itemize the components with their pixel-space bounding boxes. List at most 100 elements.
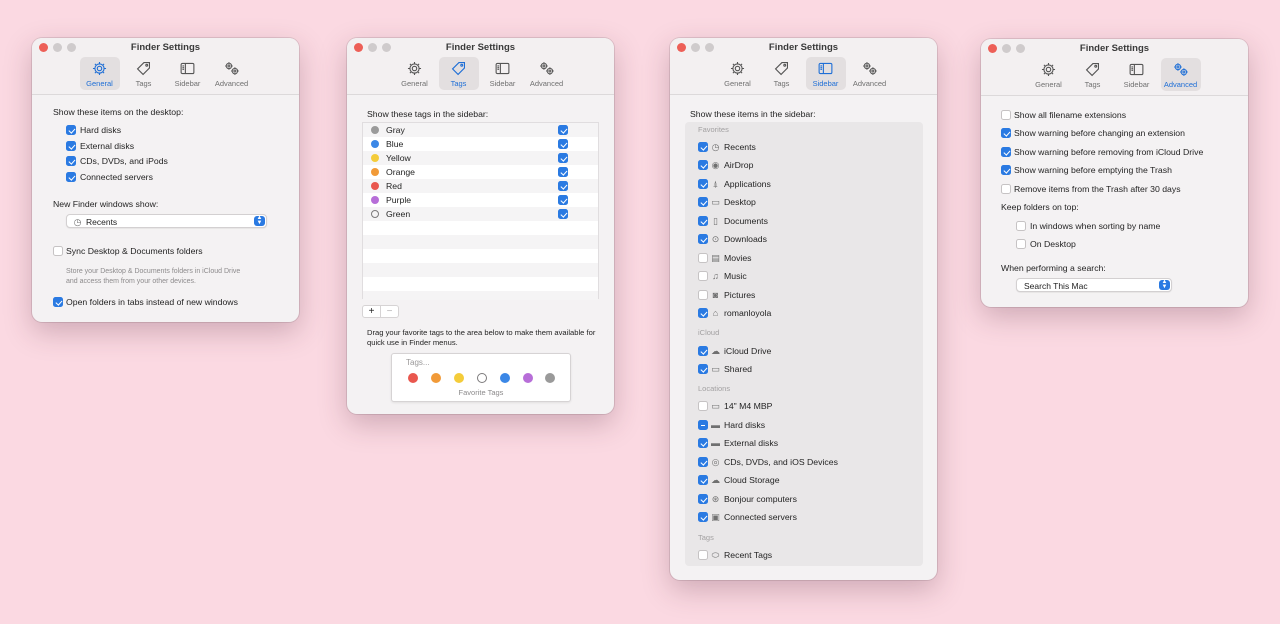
cloud-storage-checkbox[interactable]: [698, 475, 708, 485]
favorite-tags-box[interactable]: Tags... Favorite Tags: [391, 353, 571, 402]
tag-checkbox[interactable]: [558, 195, 568, 205]
home-folder-checkbox[interactable]: [698, 308, 708, 318]
tab-sidebar[interactable]: Sidebar: [483, 57, 523, 90]
open-in-tabs-checkbox[interactable]: [53, 297, 63, 307]
computer-checkbox[interactable]: [698, 401, 708, 411]
hard-disks-checkbox[interactable]: [698, 420, 708, 430]
list-item[interactable]: Purple: [363, 193, 598, 207]
recent-tags-checkbox[interactable]: [698, 550, 708, 560]
tab-general[interactable]: General: [79, 57, 120, 90]
tag-checkbox[interactable]: [558, 209, 568, 219]
red-favorite-dot[interactable]: [408, 373, 418, 383]
icloud-drive-checkbox[interactable]: [698, 346, 708, 356]
hard-disks-checkbox[interactable]: [66, 125, 76, 135]
list-item[interactable]: Red: [363, 179, 598, 193]
gear-icon: [1041, 62, 1056, 77]
computer-label: 14" M4 MBP: [724, 401, 773, 411]
tab-sidebar[interactable]: Sidebar: [1117, 58, 1157, 91]
tab-sidebar[interactable]: Sidebar: [168, 57, 208, 90]
sync-desktop-label: Sync Desktop & Documents folders: [66, 246, 203, 256]
list-item[interactable]: Gray: [363, 123, 598, 137]
tag-checkbox[interactable]: [558, 125, 568, 135]
external-disks-checkbox[interactable]: [66, 141, 76, 151]
tab-advanced[interactable]: Advanced: [1160, 58, 1201, 91]
remove-tag-button[interactable]: −: [381, 306, 398, 317]
tags-pane: Show these tags in the sidebar: Gray Blu…: [347, 95, 614, 414]
list-item[interactable]: Green: [363, 207, 598, 221]
tab-tags-label: Tags: [1084, 80, 1101, 89]
gear-icon: [407, 61, 422, 76]
tab-tags[interactable]: Tags: [1073, 58, 1113, 91]
blue-favorite-dot[interactable]: [500, 373, 510, 383]
new-window-popup[interactable]: ◷ Recents ▲ ▼: [66, 214, 267, 228]
finder-settings-sidebar-window: Finder Settings General Tags Sidebar Adv…: [670, 38, 937, 580]
tab-advanced[interactable]: Advanced: [527, 57, 567, 90]
warn-empty-trash-checkbox[interactable]: [1001, 165, 1011, 175]
bonjour-icon: ⊛: [711, 494, 720, 504]
add-tag-button[interactable]: +: [363, 306, 381, 317]
tab-advanced[interactable]: Advanced: [212, 57, 252, 90]
cds-dvds-ios-checkbox[interactable]: [698, 457, 708, 467]
tab-sidebar[interactable]: Sidebar: [805, 57, 846, 90]
tag-checkbox[interactable]: [558, 139, 568, 149]
gears-icon: [863, 62, 877, 75]
sync-desktop-checkbox[interactable]: [53, 246, 63, 256]
tag-label: Red: [386, 181, 402, 191]
cds-dvds-ipods-checkbox[interactable]: [66, 156, 76, 166]
open-in-tabs-label: Open folders in tabs instead of new wind…: [66, 297, 238, 307]
documents-checkbox[interactable]: [698, 216, 708, 226]
connected-servers-checkbox[interactable]: [698, 512, 708, 522]
tab-general[interactable]: General: [718, 57, 758, 90]
warn-extension-change-checkbox[interactable]: [1001, 128, 1011, 138]
warn-icloud-removal-checkbox[interactable]: [1001, 147, 1011, 157]
external-disks-checkbox[interactable]: [698, 438, 708, 448]
recents-checkbox[interactable]: [698, 142, 708, 152]
home-icon: ⌂: [712, 308, 719, 318]
applications-checkbox[interactable]: [698, 179, 708, 189]
cloud-icon: ☁: [711, 346, 720, 356]
sort-by-name-checkbox[interactable]: [1016, 221, 1026, 231]
movies-checkbox[interactable]: [698, 253, 708, 263]
tag-checkbox[interactable]: [558, 181, 568, 191]
sidebar-icon: [818, 62, 833, 75]
list-item[interactable]: Yellow: [363, 151, 598, 165]
list-item[interactable]: Orange: [363, 165, 598, 179]
list-item[interactable]: Blue: [363, 137, 598, 151]
desktop-checkbox[interactable]: [698, 197, 708, 207]
downloads-checkbox[interactable]: [698, 234, 708, 244]
on-desktop-checkbox[interactable]: [1016, 239, 1026, 249]
show-extensions-checkbox[interactable]: [1001, 110, 1011, 120]
laptop-icon: ▭: [711, 401, 720, 411]
server-icon: ▣: [711, 512, 720, 522]
gear-icon: [92, 61, 107, 76]
music-checkbox[interactable]: [698, 271, 708, 281]
tag-checkbox[interactable]: [558, 153, 568, 163]
remove-trash-30-days-checkbox[interactable]: [1001, 184, 1011, 194]
shared-checkbox[interactable]: [698, 364, 708, 374]
tab-tags[interactable]: Tags: [124, 57, 164, 90]
pictures-label: Pictures: [724, 290, 756, 300]
airdrop-label: AirDrop: [724, 160, 754, 170]
purple-favorite-dot[interactable]: [523, 373, 533, 383]
tab-tags[interactable]: Tags: [762, 57, 802, 90]
gray-favorite-dot[interactable]: [545, 373, 555, 383]
orange-favorite-dot[interactable]: [431, 373, 441, 383]
chevron-updown-icon: ▲ ▼: [1159, 279, 1170, 290]
pictures-checkbox[interactable]: [698, 290, 708, 300]
sidebar-heading: Show these items in the sidebar:: [690, 109, 816, 119]
tab-general[interactable]: General: [395, 57, 435, 90]
warn-extension-change-label: Show warning before changing an extensio…: [1014, 128, 1185, 138]
airdrop-checkbox[interactable]: [698, 160, 708, 170]
favorites-section-title: Favorites: [698, 125, 729, 134]
tab-advanced[interactable]: Advanced: [850, 57, 890, 90]
tab-general[interactable]: General: [1029, 58, 1069, 91]
green-favorite-dot[interactable]: [477, 373, 487, 383]
search-scope-popup[interactable]: Search This Mac ▲ ▼: [1016, 278, 1172, 292]
chevron-updown-icon: ▲ ▼: [254, 215, 265, 226]
tab-tags[interactable]: Tags: [438, 57, 479, 90]
tag-checkbox[interactable]: [558, 167, 568, 177]
connected-servers-checkbox[interactable]: [66, 172, 76, 182]
sidebar-icon: [1129, 63, 1144, 76]
yellow-favorite-dot[interactable]: [454, 373, 464, 383]
bonjour-checkbox[interactable]: [698, 494, 708, 504]
